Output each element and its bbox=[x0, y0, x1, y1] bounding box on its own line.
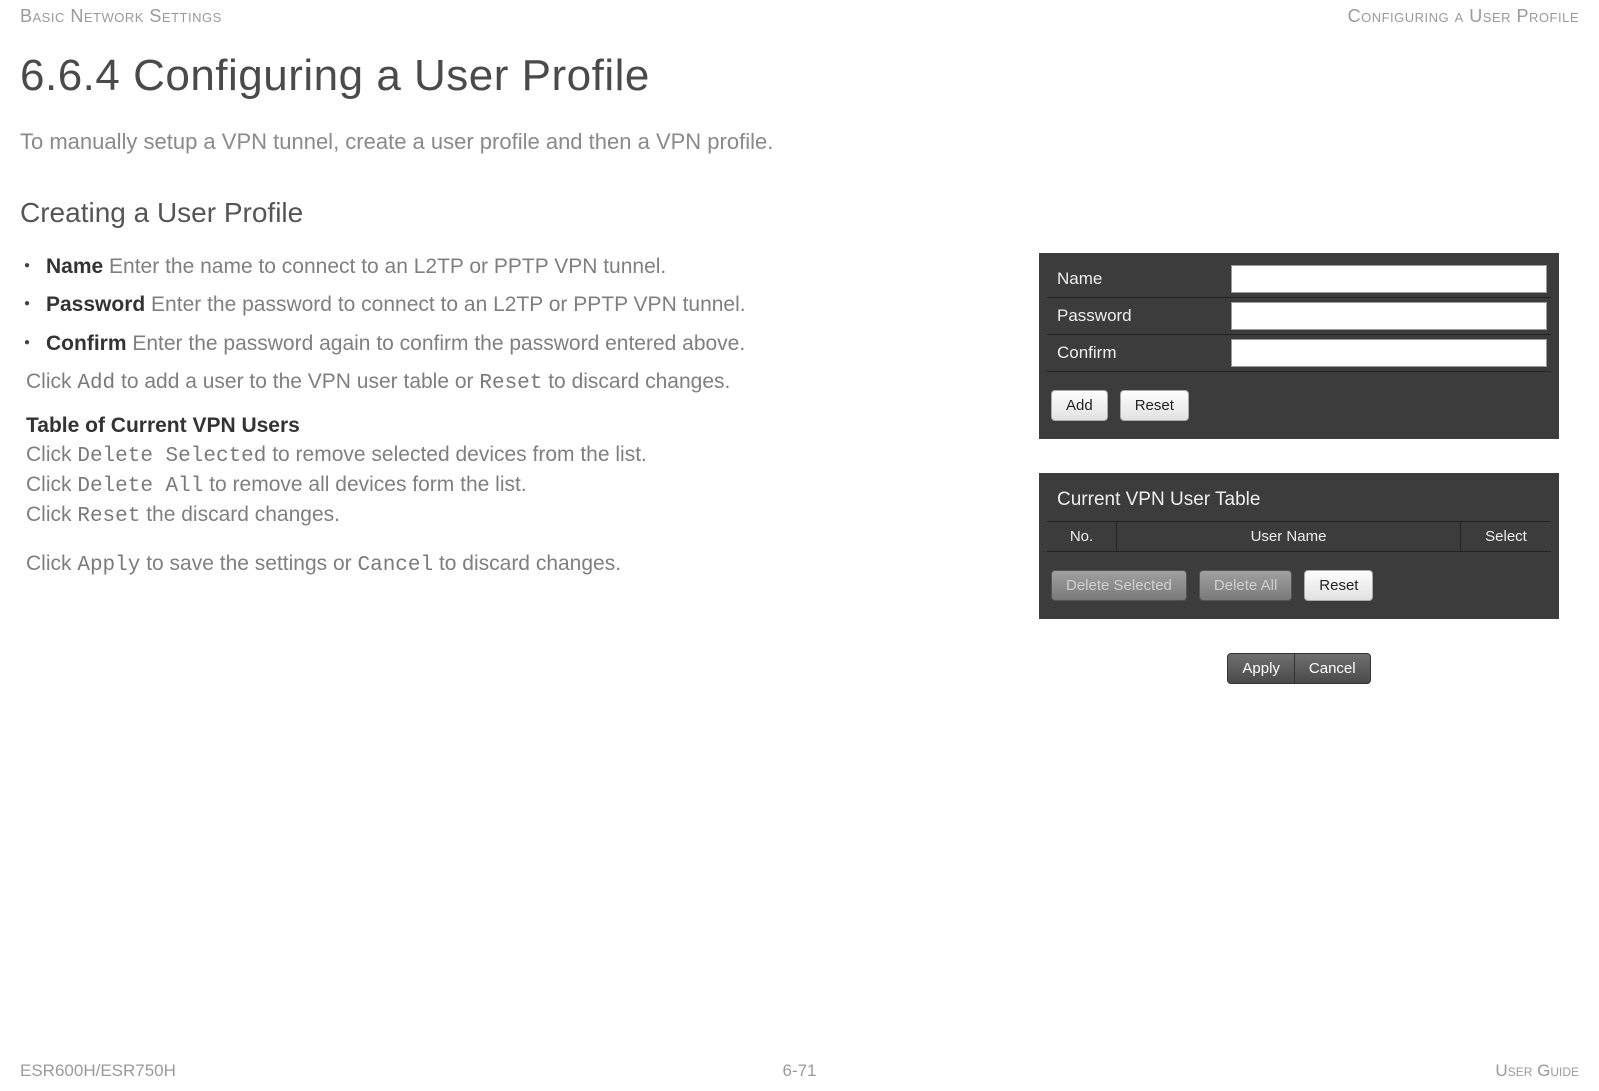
password-input[interactable] bbox=[1231, 302, 1547, 330]
code-reset: Reset bbox=[77, 505, 140, 528]
name-input[interactable] bbox=[1231, 265, 1547, 293]
cancel-button[interactable]: Cancel bbox=[1295, 653, 1371, 684]
screenshot-column: Name Password Confirm Add Reset Current … bbox=[1039, 253, 1579, 684]
table-reset-button[interactable]: Reset bbox=[1304, 570, 1373, 601]
footer-right: User Guide bbox=[1495, 1061, 1579, 1081]
text: Click bbox=[26, 503, 77, 526]
label-confirm: Confirm bbox=[1047, 335, 1227, 371]
field-bullet-list: Name Enter the name to connect to an L2T… bbox=[20, 253, 979, 358]
page-title: 6.6.4 Configuring a User Profile bbox=[20, 51, 1579, 101]
para-apply-cancel: Click Apply to save the settings or Canc… bbox=[20, 550, 979, 580]
col-user-name: User Name bbox=[1117, 522, 1461, 551]
form-button-row: Add Reset bbox=[1047, 372, 1551, 431]
user-table-header-row: No. User Name Select bbox=[1047, 521, 1551, 552]
code-delete-all: Delete All bbox=[77, 475, 203, 498]
delete-selected-button[interactable]: Delete Selected bbox=[1051, 570, 1187, 601]
bullet-password: Password Enter the password to connect t… bbox=[46, 291, 979, 319]
bullet-confirm: Confirm Enter the password again to conf… bbox=[46, 330, 979, 358]
code-apply: Apply bbox=[77, 554, 140, 577]
bullet-text: Enter the name to connect to an L2TP or … bbox=[103, 255, 666, 278]
label-name: Name bbox=[1047, 261, 1227, 297]
code-delete-selected: Delete Selected bbox=[77, 445, 266, 468]
apply-button[interactable]: Apply bbox=[1227, 653, 1295, 684]
bullet-text: Enter the password again to confirm the … bbox=[127, 332, 746, 355]
table-heading-text: Table of Current VPN Users bbox=[26, 414, 300, 437]
vpn-user-table-panel: Current VPN User Table No. User Name Sel… bbox=[1039, 473, 1559, 619]
description-column: Name Enter the name to connect to an L2T… bbox=[20, 253, 979, 684]
text: to discard changes. bbox=[542, 370, 730, 393]
intro-text: To manually setup a VPN tunnel, create a… bbox=[20, 129, 1579, 155]
code-add: Add bbox=[77, 372, 115, 395]
footer-left: ESR600H/ESR750H bbox=[20, 1061, 176, 1081]
section-subtitle: Creating a User Profile bbox=[20, 197, 1579, 229]
user-profile-form-panel: Name Password Confirm Add Reset bbox=[1039, 253, 1559, 439]
text: Click bbox=[26, 370, 77, 393]
col-no: No. bbox=[1047, 522, 1117, 551]
header-left: Basic Network Settings bbox=[20, 6, 222, 27]
col-select: Select bbox=[1461, 522, 1551, 551]
table-button-row: Delete Selected Delete All Reset bbox=[1047, 552, 1551, 611]
para-add-reset: Click Add to add a user to the VPN user … bbox=[20, 368, 979, 398]
label-password: Password bbox=[1047, 298, 1227, 334]
form-row-name: Name bbox=[1047, 261, 1551, 298]
footer-page-number: 6-71 bbox=[782, 1061, 816, 1081]
user-table-title: Current VPN User Table bbox=[1047, 481, 1551, 521]
text: to remove all devices form the list. bbox=[203, 473, 526, 496]
bullet-label: Password bbox=[46, 293, 145, 316]
apply-cancel-panel: Apply Cancel bbox=[1227, 653, 1370, 684]
delete-all-button[interactable]: Delete All bbox=[1199, 570, 1292, 601]
text: to remove selected devices from the list… bbox=[266, 443, 647, 466]
add-button[interactable]: Add bbox=[1051, 390, 1108, 421]
code-reset: Reset bbox=[479, 372, 542, 395]
code-cancel: Cancel bbox=[357, 554, 433, 577]
text: to add a user to the VPN user table or bbox=[115, 370, 479, 393]
text: the discard changes. bbox=[140, 503, 340, 526]
running-header: Basic Network Settings Configuring a Use… bbox=[20, 0, 1579, 51]
bullet-name: Name Enter the name to connect to an L2T… bbox=[46, 253, 979, 281]
text: to discard changes. bbox=[433, 552, 621, 575]
reset-button[interactable]: Reset bbox=[1120, 390, 1189, 421]
bullet-label: Confirm bbox=[46, 332, 127, 355]
text: Click bbox=[26, 473, 77, 496]
header-right: Configuring a User Profile bbox=[1348, 6, 1579, 27]
confirm-input[interactable] bbox=[1231, 339, 1547, 367]
bullet-text: Enter the password to connect to an L2TP… bbox=[145, 293, 745, 316]
form-row-password: Password bbox=[1047, 298, 1551, 335]
text: Click bbox=[26, 443, 77, 466]
running-footer: ESR600H/ESR750H 6-71 User Guide bbox=[20, 1061, 1579, 1081]
form-row-confirm: Confirm bbox=[1047, 335, 1551, 372]
bullet-label: Name bbox=[46, 255, 103, 278]
text: Click bbox=[26, 552, 77, 575]
text: to save the settings or bbox=[140, 552, 357, 575]
